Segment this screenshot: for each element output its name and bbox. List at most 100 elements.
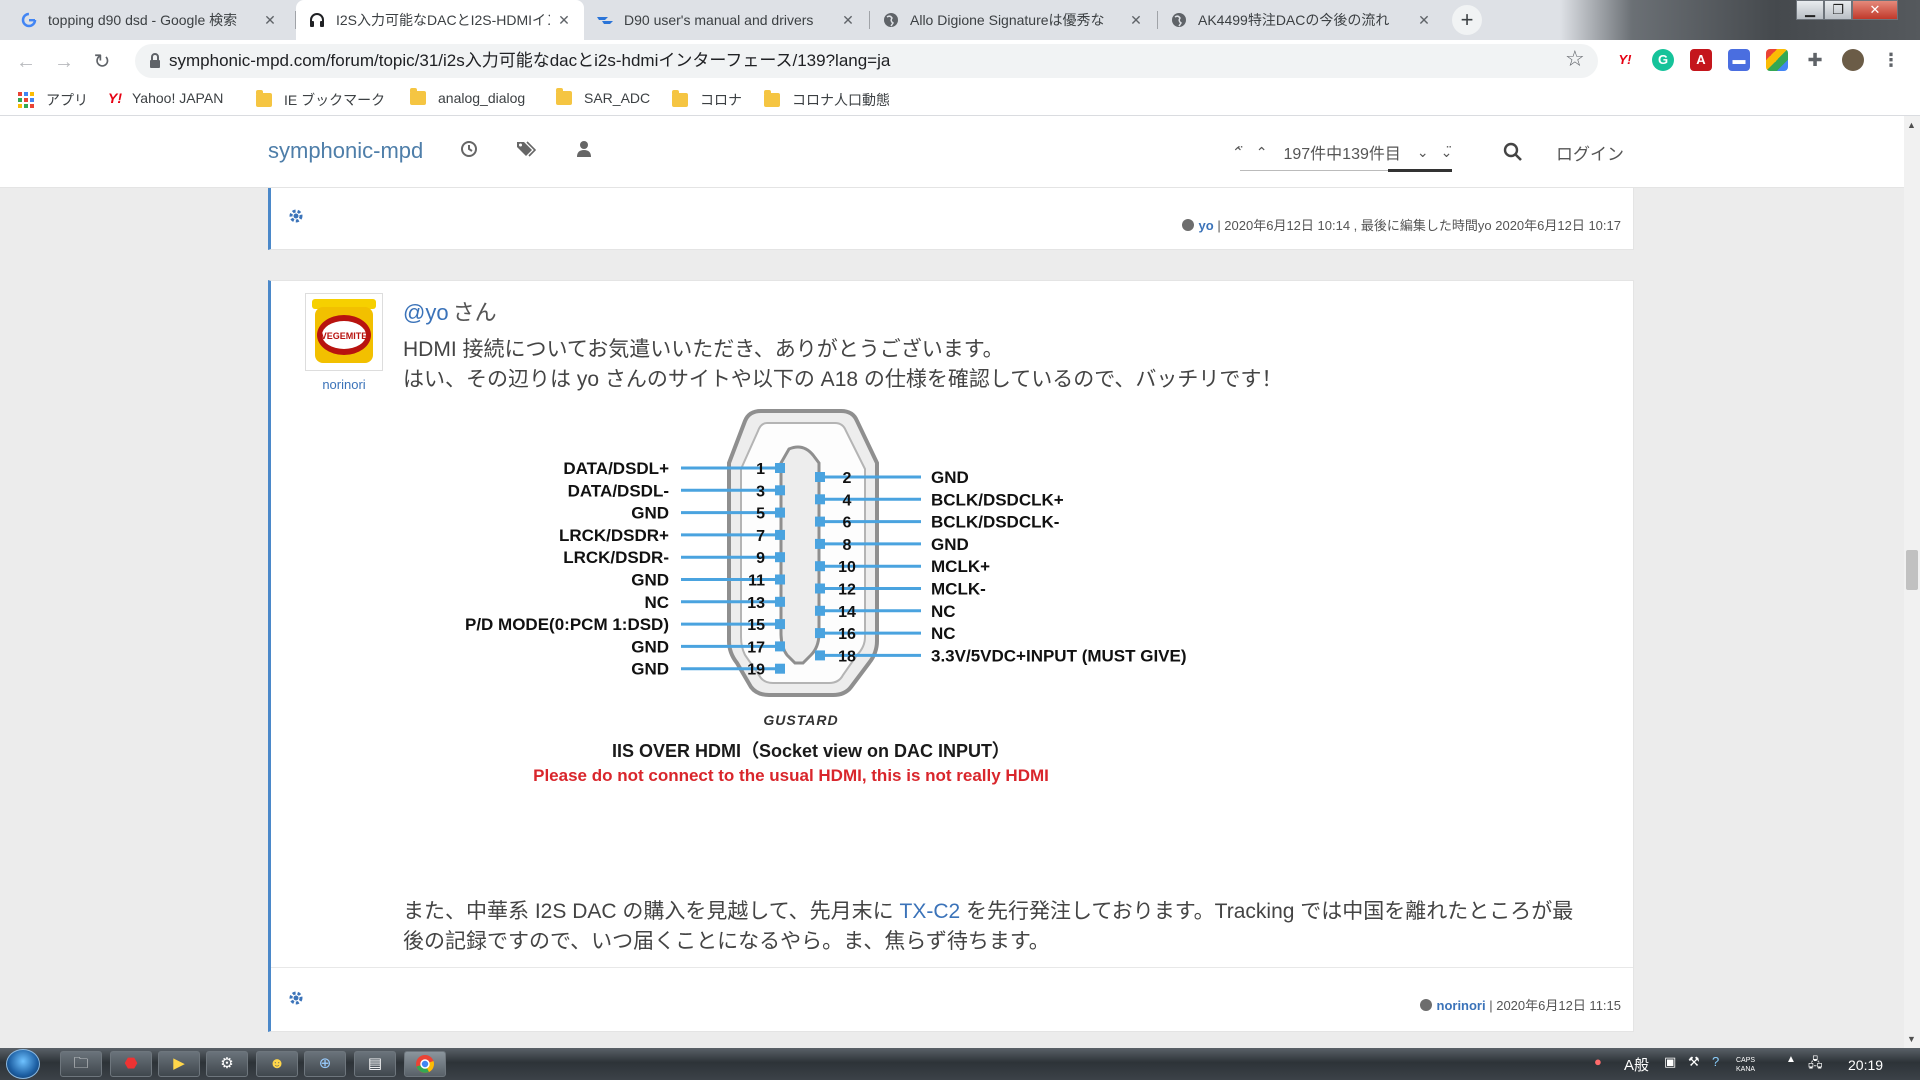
chrome-taskbar-icon[interactable] bbox=[404, 1051, 446, 1077]
mention-link[interactable]: @yo bbox=[403, 300, 449, 325]
tab-ak4499[interactable]: AK4499特注DACの今後の流れ ✕ bbox=[1158, 0, 1444, 40]
ie-taskbar-icon[interactable]: ⊕ bbox=[304, 1051, 346, 1077]
pager-progress-bar bbox=[1388, 169, 1452, 172]
chat-extension-icon[interactable]: ▬ bbox=[1728, 49, 1750, 71]
pin-label: DATA/DSDL+ bbox=[563, 459, 669, 478]
network-icon[interactable]: 🖧 bbox=[1808, 1054, 1823, 1076]
tab-close-icon[interactable]: ✕ bbox=[556, 12, 572, 28]
tray-notepad-icon[interactable]: ▣ bbox=[1664, 1054, 1676, 1070]
translate-extension-icon[interactable] bbox=[1766, 49, 1788, 71]
new-tab-button[interactable]: + bbox=[1452, 5, 1482, 35]
clock-icon[interactable] bbox=[460, 140, 480, 160]
pinout-warning: Please do not connect to the usual HDMI,… bbox=[533, 766, 1049, 785]
browser-toolbar: ← → ↻ symphonic-mpd.com/forum/topic/31/i… bbox=[0, 40, 1920, 82]
avatar[interactable]: VEGEMITE bbox=[305, 293, 383, 371]
acrobat-taskbar-icon[interactable]: ⬣ bbox=[110, 1051, 152, 1077]
scroll-up-icon[interactable]: ▲ bbox=[1907, 120, 1916, 130]
pin-label: P/D MODE(0:PCM 1:DSD) bbox=[465, 615, 669, 634]
topping-logo-icon bbox=[596, 11, 614, 29]
bookmark-ie-folder[interactable]: IE ブックマーク bbox=[256, 90, 385, 110]
acrobat-extension-icon[interactable]: A bbox=[1690, 49, 1712, 71]
notepad-taskbar-icon[interactable]: ▤ bbox=[354, 1051, 396, 1077]
post-timestamp: | 2020年6月12日 11:15 bbox=[1485, 998, 1621, 1013]
pin-label: GND bbox=[931, 535, 969, 554]
post-tools-gear-icon[interactable] bbox=[287, 207, 305, 225]
bookmark-star-icon[interactable]: ☆ bbox=[1565, 46, 1585, 72]
pager-last-icon[interactable]: ⌄̈ bbox=[1441, 144, 1453, 161]
pin-label: GND bbox=[631, 660, 669, 679]
post-author-link[interactable]: yo bbox=[1199, 218, 1214, 233]
menu-kebab-icon[interactable]: ⋮ bbox=[1880, 49, 1902, 71]
bookmark-corona[interactable]: コロナ bbox=[672, 90, 742, 110]
app-taskbar-icon[interactable]: ▶ bbox=[158, 1051, 200, 1077]
pin-number: 12 bbox=[838, 582, 856, 599]
pin-pad bbox=[775, 574, 785, 585]
tab-google-search[interactable]: topping d90 dsd - Google 検索 ✕ bbox=[8, 0, 290, 40]
yahoo-extension-icon[interactable]: Y! bbox=[1614, 49, 1636, 71]
url-text[interactable]: symphonic-mpd.com/forum/topic/31/i2s入力可能… bbox=[169, 44, 890, 78]
start-button[interactable] bbox=[6, 1049, 40, 1079]
bookmark-corona-demographics[interactable]: コロナ人口動態 bbox=[764, 90, 890, 110]
bookmark-apps[interactable]: アプリ bbox=[18, 90, 88, 110]
tab-d90-manual[interactable]: D90 user's manual and drivers ✕ bbox=[584, 0, 868, 40]
taskbar-clock[interactable]: 20:19 bbox=[1848, 1057, 1883, 1073]
pin-number: 7 bbox=[756, 528, 765, 545]
reload-button[interactable]: ↻ bbox=[88, 48, 116, 76]
pager-prev-icon[interactable]: ⌃ bbox=[1256, 144, 1268, 161]
pager-position[interactable]: 197件中139件目 bbox=[1283, 140, 1400, 164]
tray-expand-icon[interactable]: ▲ bbox=[1786, 1054, 1796, 1065]
search-icon[interactable] bbox=[1503, 142, 1523, 162]
site-brand-link[interactable]: symphonic-mpd bbox=[268, 138, 423, 164]
tab-allo-digione[interactable]: Allo Digione Signatureは優秀な ✕ bbox=[870, 0, 1156, 40]
minimize-button[interactable]: ▁ bbox=[1796, 0, 1824, 20]
game-taskbar-icon[interactable]: ☻ bbox=[256, 1051, 298, 1077]
avatar-username[interactable]: norinori bbox=[305, 377, 383, 392]
tab-title: Allo Digione Signatureは優秀な bbox=[910, 12, 1105, 28]
forward-button[interactable]: → bbox=[50, 48, 78, 76]
bookmark-yahoo[interactable]: Y! Yahoo! JAPAN bbox=[108, 90, 223, 106]
pin-pad bbox=[775, 485, 785, 496]
user-icon[interactable] bbox=[576, 140, 596, 160]
tab-i2s-forum[interactable]: I2S入力可能なDACとI2S-HDMIインターフェース ✕ bbox=[296, 0, 584, 40]
pager-first-icon[interactable]: ⌃̈ bbox=[1232, 144, 1244, 161]
tray-tools-icon[interactable]: ⚒ bbox=[1688, 1054, 1700, 1070]
login-link[interactable]: ログイン bbox=[1556, 140, 1624, 165]
pin-pad bbox=[775, 529, 785, 540]
tab-close-icon[interactable]: ✕ bbox=[840, 12, 856, 28]
tags-icon[interactable] bbox=[516, 140, 537, 160]
help-icon[interactable]: ? bbox=[1712, 1054, 1719, 1069]
close-window-button[interactable]: ✕ bbox=[1852, 0, 1898, 20]
profile-avatar[interactable] bbox=[1842, 49, 1864, 71]
scroll-down-icon[interactable]: ▼ bbox=[1907, 1034, 1916, 1044]
bookmark-analog-dialog[interactable]: analog_dialog bbox=[410, 88, 525, 106]
bookmark-label: SAR_ADC bbox=[584, 90, 651, 106]
pin-pad bbox=[815, 605, 825, 616]
tx-c2-link[interactable]: TX-C2 bbox=[900, 900, 961, 923]
post-author-link[interactable]: norinori bbox=[1437, 998, 1486, 1013]
page-scrollbar[interactable]: ▲ ▼ bbox=[1904, 116, 1920, 1048]
pager-next-icon[interactable]: ⌄ bbox=[1417, 144, 1429, 161]
settings-taskbar-icon[interactable]: ⚙ bbox=[206, 1051, 248, 1077]
extensions-puzzle-icon[interactable]: ✚ bbox=[1804, 49, 1826, 71]
post-tools-gear-icon[interactable] bbox=[287, 989, 305, 1007]
pin-number: 9 bbox=[756, 550, 765, 567]
post-meta: yo | 2020年6月12日 10:14 , 最後に編集した時間yo 2020… bbox=[1181, 215, 1621, 234]
tab-close-icon[interactable]: ✕ bbox=[262, 12, 278, 28]
pin-pad bbox=[815, 538, 825, 549]
lock-icon[interactable] bbox=[145, 51, 165, 71]
tab-close-icon[interactable]: ✕ bbox=[1128, 12, 1144, 28]
pin-label: 3.3V/5VDC+INPUT (MUST GIVE) bbox=[931, 646, 1187, 665]
tab-close-icon[interactable]: ✕ bbox=[1416, 12, 1432, 28]
tray-antivirus-icon[interactable]: ● bbox=[1594, 1054, 1602, 1069]
ime-indicator[interactable]: A般 bbox=[1624, 1054, 1649, 1075]
grammarly-extension-icon[interactable]: G bbox=[1652, 49, 1674, 71]
post-meta: norinori | 2020年6月12日 11:15 bbox=[1419, 995, 1621, 1014]
address-bar[interactable]: symphonic-mpd.com/forum/topic/31/i2s入力可能… bbox=[135, 44, 1598, 78]
post-norinori: VEGEMITE norinori @yo さん HDMI 接続についてお気遣いい… bbox=[268, 280, 1634, 1032]
back-button[interactable]: ← bbox=[12, 48, 40, 76]
maximize-button[interactable]: ❐ bbox=[1824, 0, 1852, 20]
explorer-taskbar-icon[interactable]: 🗀 bbox=[60, 1051, 102, 1077]
caps-kana-indicator: CAPS KANA bbox=[1736, 1057, 1756, 1073]
scroll-thumb[interactable] bbox=[1906, 550, 1918, 590]
bookmark-sar-adc[interactable]: SAR_ADC bbox=[556, 88, 651, 106]
